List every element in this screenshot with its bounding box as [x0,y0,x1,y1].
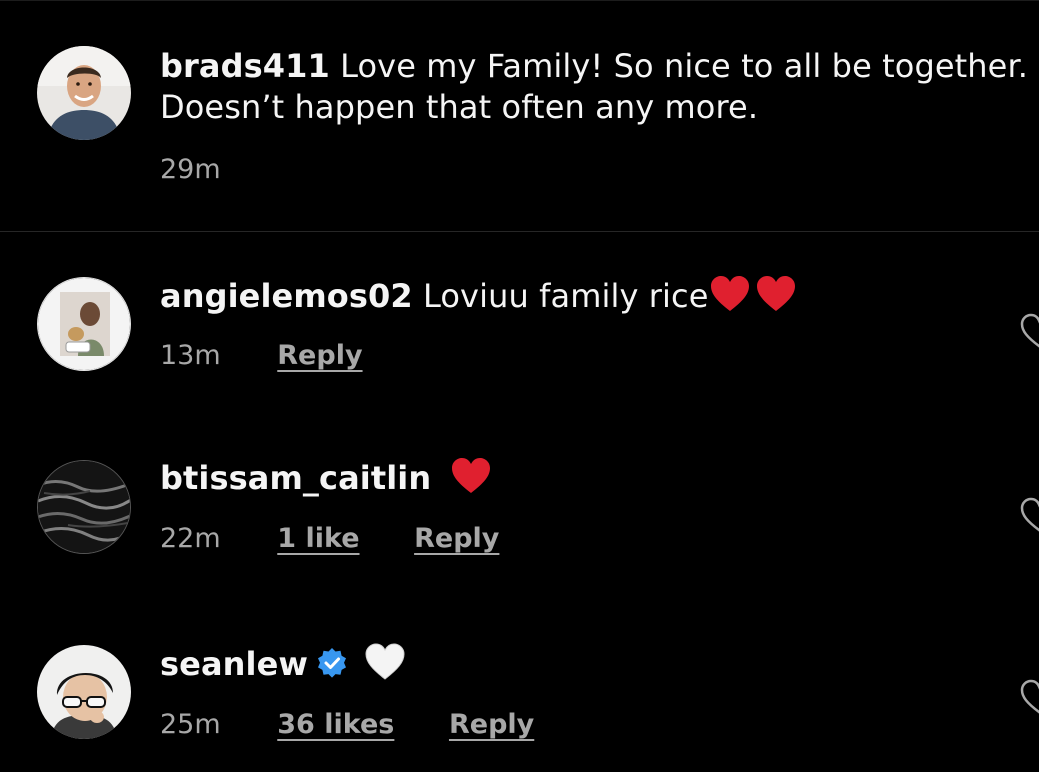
comment-username[interactable]: angielemos02 [160,277,413,315]
verified-badge-icon [318,648,347,678]
caption-text: brads411 Love my Family! So nice to all … [160,46,1028,128]
likes-count-link[interactable]: 36 likes [277,709,394,740]
avatar-photo-angielemos02 [38,278,130,370]
comment-username[interactable]: seanlew [160,645,308,683]
comment-text: angielemos02 Loviuu family rice [160,275,797,317]
caption-meta: 29m [160,154,221,185]
reply-button[interactable]: Reply [277,340,362,371]
avatar[interactable] [37,46,131,140]
avatar-photo-seanlew [37,645,131,739]
reply-button[interactable]: Reply [449,709,534,740]
red-heart-icon [710,276,749,311]
white-heart-icon [365,643,405,680]
comment-timestamp: 13m [160,340,221,371]
avatar-photo-brads411 [37,46,131,140]
avatar[interactable] [37,277,131,371]
likes-count-link[interactable]: 1 like [277,523,359,554]
comment-text: seanlew [160,643,406,685]
reply-button[interactable]: Reply [414,523,499,554]
comment-timestamp: 25m [160,709,221,740]
red-heart-icon [451,458,490,493]
heart-outline-icon[interactable] [1019,678,1039,718]
post-caption: brads411 Love my Family! So nice to all … [0,0,1039,231]
comment-username[interactable]: btissam_caitlin [160,459,431,497]
comment-timestamp: 22m [160,523,221,554]
comment-meta: 13m Reply [160,340,363,371]
heart-outline-icon[interactable] [1019,496,1039,536]
caption-username[interactable]: brads411 [160,47,330,85]
comment-text: btissam_caitlin [160,457,492,499]
caption-timestamp: 29m [160,154,221,185]
divider [0,231,1039,232]
red-heart-icon [756,276,795,311]
comment-meta: 22m 1 like Reply [160,523,499,554]
caption-line-2: Doesn’t happen that often any more. [160,88,759,126]
avatar-photo-btissam_caitlin [38,461,130,553]
comment-body: Loviuu family rice [423,277,709,315]
caption-line-1: Love my Family! So nice to all be togeth… [340,47,1029,85]
heart-outline-icon[interactable] [1019,312,1039,352]
avatar[interactable] [37,460,131,554]
avatar[interactable] [37,645,131,739]
comment-meta: 25m 36 likes Reply [160,709,534,740]
